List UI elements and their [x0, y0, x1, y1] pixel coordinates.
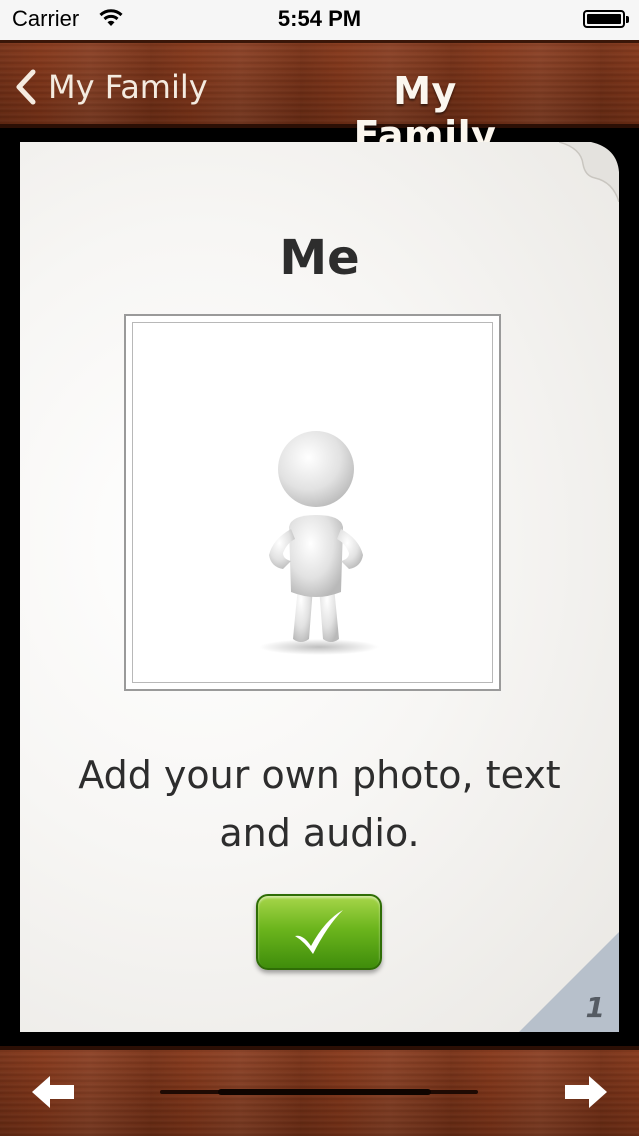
page-curl-icon — [559, 142, 619, 202]
page-number: 1 — [585, 991, 605, 1024]
right-arrow-icon[interactable] — [563, 1074, 609, 1110]
card-description-line-2: and audio. — [219, 811, 420, 855]
chevron-left-icon — [16, 69, 36, 105]
clock: 5:54 PM — [277, 6, 362, 31]
card-title: Me — [279, 230, 360, 286]
back-button-label: My Family — [48, 68, 208, 106]
flash-card: Me Add your own photo, text and audio. 1 — [20, 142, 619, 1032]
battery-icon — [583, 10, 629, 28]
bottom-toolbar — [0, 1046, 639, 1136]
photo-frame[interactable] — [124, 314, 501, 691]
page-progress-track — [160, 1089, 478, 1095]
card-description: Add your own photo, text and audio. — [20, 746, 619, 862]
back-button[interactable]: My Family — [14, 65, 208, 109]
person-figure-image — [259, 431, 379, 655]
navigation-bar: My Family My Family — [0, 40, 639, 157]
checkmark-icon — [295, 910, 343, 954]
card-description-line-1: Add your own photo, text — [78, 753, 561, 797]
left-arrow-icon[interactable] — [30, 1074, 76, 1110]
confirm-button[interactable] — [256, 894, 382, 970]
status-bar: Carrier 5:54 PM — [0, 0, 639, 40]
photo-placeholder — [132, 322, 493, 683]
page-progress-fill — [218, 1089, 431, 1095]
